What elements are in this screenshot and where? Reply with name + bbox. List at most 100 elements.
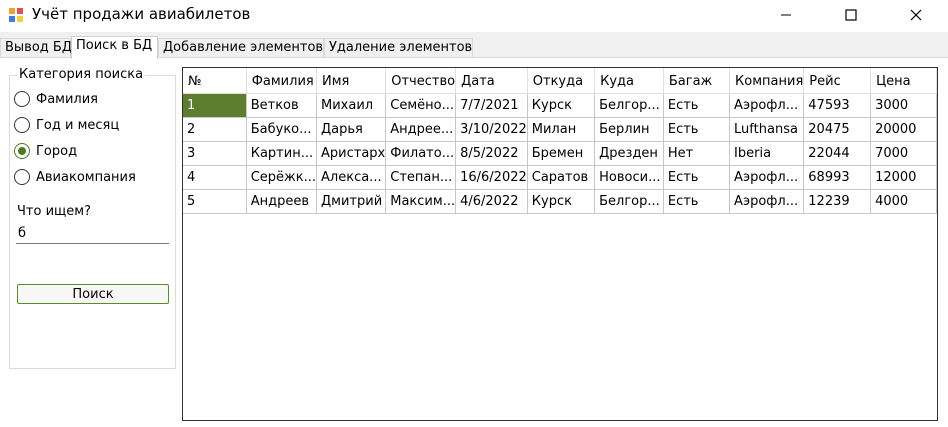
table-cell[interactable]: 2 — [183, 117, 247, 142]
table-cell[interactable]: Бремен — [527, 141, 596, 166]
maximize-icon — [845, 9, 857, 21]
table-cell[interactable]: Дмитрий — [316, 189, 387, 214]
table-cell[interactable]: Аэрофл... — [729, 165, 805, 190]
table-row[interactable]: 5 Андреев Дмитрий Максим... 4/6/2022 Кур… — [183, 189, 937, 214]
table-cell[interactable]: Есть — [663, 189, 731, 214]
table-cell[interactable]: Бабуко... — [246, 117, 318, 142]
column-header[interactable]: Дата — [455, 68, 528, 94]
table-cell[interactable]: Lufthansa — [729, 117, 805, 142]
table-cell[interactable]: 12000 — [870, 165, 937, 190]
table-cell[interactable]: 5 — [183, 189, 247, 214]
column-header[interactable]: № — [183, 68, 247, 94]
table-cell[interactable]: Есть — [663, 165, 731, 190]
table-cell[interactable]: Андреев — [246, 189, 318, 214]
results-grid[interactable]: № Фамилия Имя Отчество Дата Откуда Куда … — [182, 67, 938, 421]
radio-year-month[interactable]: Год и месяц — [14, 115, 119, 135]
table-cell[interactable]: Белгор... — [594, 189, 664, 214]
close-button[interactable] — [893, 0, 939, 30]
tab-output-db[interactable]: Вывод БД — [0, 38, 72, 58]
table-cell[interactable]: Андрее... — [385, 117, 457, 142]
table-cell[interactable]: 20475 — [803, 117, 872, 142]
table-cell[interactable]: Новоси... — [594, 165, 664, 190]
table-cell[interactable]: Аристарх — [316, 141, 387, 166]
title-bar: Учёт продажи авиабилетов — [0, 0, 948, 32]
column-header[interactable]: Имя — [316, 68, 387, 94]
table-cell[interactable]: Ветков — [246, 93, 318, 118]
table-cell[interactable]: Есть — [663, 93, 731, 118]
column-header[interactable]: Рейс — [803, 68, 872, 94]
table-cell[interactable]: 12239 — [803, 189, 872, 214]
search-input[interactable] — [16, 223, 169, 244]
maximize-button[interactable] — [828, 0, 874, 30]
table-cell[interactable]: 3 — [183, 141, 247, 166]
search-category-title: Категория поиска — [17, 67, 146, 82]
query-label: Что ищем? — [17, 204, 91, 219]
table-cell[interactable]: 3/10/2022 — [455, 117, 528, 142]
tab-delete-elements[interactable]: Удаление элементов — [324, 38, 473, 58]
table-cell[interactable]: 16/6/2022 — [455, 165, 528, 190]
table-cell[interactable]: Саратов — [527, 165, 596, 190]
column-header[interactable]: Компания — [729, 68, 805, 94]
table-cell[interactable]: Михаил — [316, 93, 387, 118]
table-cell[interactable]: Максим... — [385, 189, 457, 214]
column-header[interactable]: Цена — [870, 68, 937, 94]
table-cell[interactable]: 22044 — [803, 141, 872, 166]
minimize-button[interactable] — [763, 0, 809, 30]
minimize-icon — [781, 14, 791, 16]
column-header[interactable]: Багаж — [663, 68, 731, 94]
table-cell[interactable]: Степан... — [385, 165, 457, 190]
table-cell[interactable]: Есть — [663, 117, 731, 142]
table-cell[interactable]: 4 — [183, 165, 247, 190]
radio-airline[interactable]: Авиакомпания — [14, 167, 136, 187]
table-cell[interactable]: Белгор... — [594, 93, 664, 118]
radio-circle — [14, 143, 30, 159]
table-cell[interactable]: Дрезден — [594, 141, 664, 166]
tab-add-elements[interactable]: Добавление элементов — [158, 38, 324, 58]
table-cell[interactable]: Серёжк... — [246, 165, 318, 190]
window-title: Учёт продажи авиабилетов — [32, 5, 251, 23]
table-row[interactable]: 1 Ветков Михаил Семёно... 7/7/2021 Курск… — [183, 93, 937, 118]
column-header[interactable]: Отчество — [385, 68, 457, 94]
table-cell[interactable]: Семёно... — [385, 93, 457, 118]
table-cell[interactable]: 3000 — [870, 93, 937, 118]
table-cell[interactable]: 4/6/2022 — [455, 189, 528, 214]
table-cell[interactable]: Нет — [663, 141, 731, 166]
table-row[interactable]: 2 Бабуко... Дарья Андрее... 3/10/2022 Ми… — [183, 117, 937, 142]
table-cell[interactable]: 4000 — [870, 189, 937, 214]
table-cell[interactable]: Филато... — [385, 141, 457, 166]
app-icon — [9, 8, 23, 22]
table-cell[interactable]: 20000 — [870, 117, 937, 142]
radio-label: Год и месяц — [36, 117, 120, 133]
radio-circle — [14, 117, 30, 133]
search-button[interactable]: Поиск — [17, 284, 169, 304]
table-cell[interactable]: Курск — [527, 93, 596, 118]
table-cell[interactable]: Курск — [527, 189, 596, 214]
table-cell[interactable]: Аэрофл... — [729, 93, 805, 118]
radio-surname[interactable]: Фамилия — [14, 89, 98, 109]
table-cell[interactable]: 7000 — [870, 141, 937, 166]
table-cell[interactable]: Картин... — [246, 141, 318, 166]
table-cell[interactable]: Дарья — [316, 117, 387, 142]
tab-search-db[interactable]: Поиск в БД — [71, 36, 158, 59]
radio-circle — [14, 169, 30, 185]
table-cell[interactable]: Алекса... — [316, 165, 387, 190]
radio-label: Авиакомпания — [36, 169, 136, 185]
column-header[interactable]: Фамилия — [246, 68, 318, 94]
results-table: № Фамилия Имя Отчество Дата Откуда Куда … — [183, 68, 937, 214]
column-header[interactable]: Откуда — [527, 68, 596, 94]
table-cell[interactable]: Берлин — [594, 117, 664, 142]
table-cell[interactable]: 8/5/2022 — [455, 141, 528, 166]
table-cell[interactable]: 68993 — [803, 165, 872, 190]
table-row[interactable]: 4 Серёжк... Алекса... Степан... 16/6/202… — [183, 165, 937, 190]
table-cell[interactable]: Аэрофл... — [729, 189, 805, 214]
column-header[interactable]: Куда — [594, 68, 664, 94]
table-cell[interactable]: Милан — [527, 117, 596, 142]
table-cell[interactable]: 47593 — [803, 93, 872, 118]
table-row[interactable]: 3 Картин... Аристарх Филато... 8/5/2022 … — [183, 141, 937, 166]
table-cell-selected[interactable]: 1 — [183, 93, 247, 118]
radio-city[interactable]: Город — [14, 141, 77, 161]
radio-label: Город — [36, 143, 78, 159]
table-cell[interactable]: 7/7/2021 — [455, 93, 528, 118]
table-cell[interactable]: Iberia — [729, 141, 805, 166]
close-icon — [910, 9, 922, 21]
